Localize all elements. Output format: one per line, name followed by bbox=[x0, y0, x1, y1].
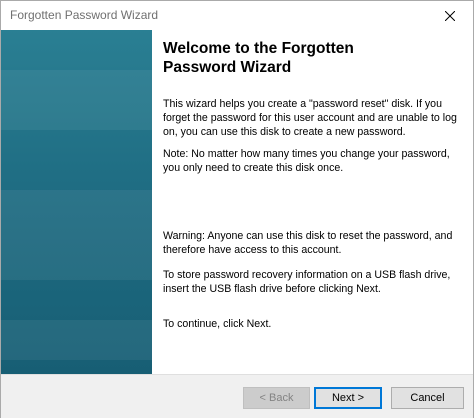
wizard-window: Forgotten Password Wizard Welcome to the… bbox=[0, 0, 474, 418]
cancel-button[interactable]: Cancel bbox=[391, 387, 464, 409]
close-icon bbox=[445, 10, 455, 21]
wizard-footer: < Back Next > Cancel bbox=[1, 375, 473, 418]
wizard-side-banner bbox=[1, 30, 152, 374]
warning-paragraph: Warning: Anyone can use this disk to res… bbox=[163, 230, 453, 256]
intro-paragraph: This wizard helps you create a "password… bbox=[163, 98, 457, 138]
wizard-heading: Welcome to the Forgotten Password Wizard bbox=[163, 40, 354, 76]
close-button[interactable] bbox=[427, 1, 473, 30]
title-bar[interactable]: Forgotten Password Wizard bbox=[1, 1, 473, 30]
next-button[interactable]: Next > bbox=[314, 387, 382, 409]
note-paragraph: Note: No matter how many times you chang… bbox=[163, 148, 450, 174]
continue-paragraph: To continue, click Next. bbox=[163, 318, 272, 330]
window-title: Forgotten Password Wizard bbox=[10, 8, 159, 22]
usb-paragraph: To store password recovery information o… bbox=[163, 269, 451, 295]
wizard-content: Welcome to the Forgotten Password Wizard bbox=[163, 39, 463, 77]
back-button[interactable]: < Back bbox=[243, 387, 310, 409]
